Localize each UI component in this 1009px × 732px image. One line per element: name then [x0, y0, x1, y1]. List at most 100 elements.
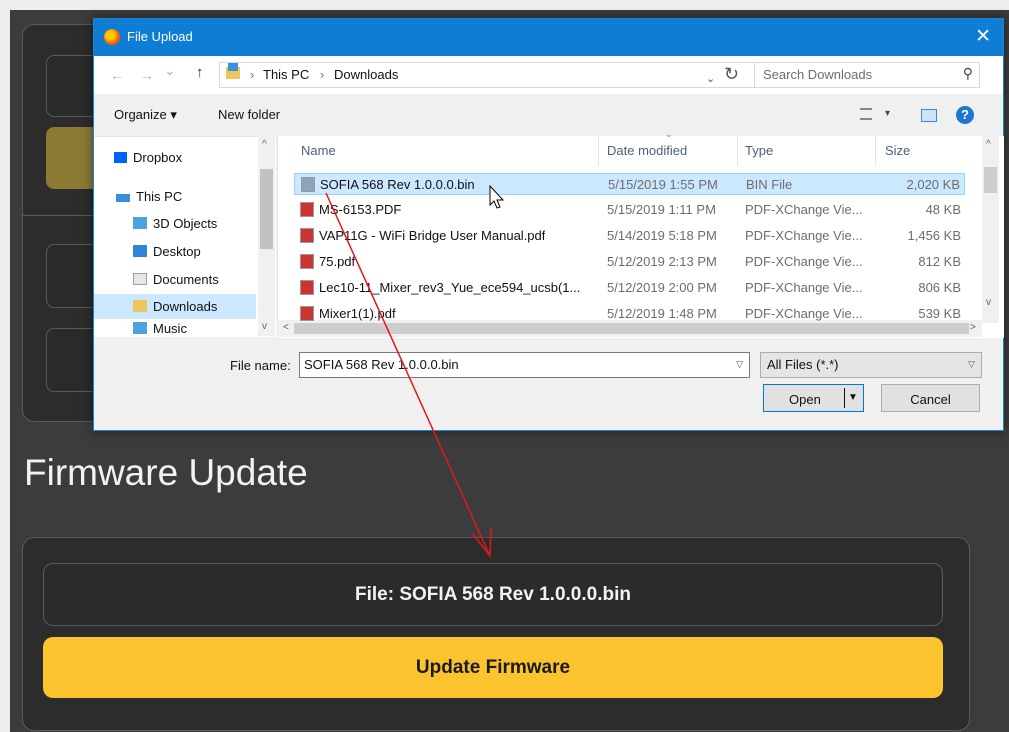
column-separator[interactable]	[737, 136, 738, 166]
file-type-cell: PDF-XChange Vie...	[745, 306, 863, 321]
scroll-up-icon[interactable]: ^	[986, 139, 991, 150]
address-bar[interactable]: › This PC › Downloads	[219, 62, 759, 88]
file-date-cell: 5/12/2019 1:48 PM	[607, 306, 717, 321]
background-divider	[22, 215, 102, 216]
file-name-cell: VAP11G - WiFi Bridge User Manual.pdf	[319, 228, 546, 243]
refresh-icon[interactable]: ↻	[724, 64, 739, 85]
file-name-dropdown-icon[interactable]: ▽	[736, 359, 743, 370]
file-name-cell: MS-6153.PDF	[319, 202, 402, 217]
scroll-left-icon[interactable]: <	[283, 322, 289, 333]
file-row[interactable]: 75.pdf 5/12/2019 2:13 PM PDF-XChange Vie..…	[294, 251, 965, 273]
breadcrumb-separator: ›	[320, 67, 325, 82]
file-type-cell: PDF-XChange Vie...	[745, 228, 863, 243]
file-date-cell: 5/15/2019 1:55 PM	[608, 177, 718, 192]
file-row[interactable]: VAP11G - WiFi Bridge User Manual.pdf 5/14…	[294, 225, 965, 247]
update-firmware-button[interactable]: Update Firmware	[43, 637, 943, 698]
cancel-button-label: Cancel	[910, 392, 951, 407]
column-separator[interactable]	[875, 136, 876, 166]
scroll-down-icon[interactable]: v	[262, 321, 267, 332]
breadcrumb-this-pc[interactable]: This PC	[263, 67, 309, 82]
file-name-label: File name:	[230, 358, 291, 373]
search-input[interactable]: Search Downloads ⚲	[754, 62, 980, 88]
breadcrumb-downloads[interactable]: Downloads	[334, 67, 398, 82]
address-dropdown-icon[interactable]: ⌄	[706, 72, 715, 85]
nav-item-downloads[interactable]: Downloads	[94, 294, 256, 319]
back-arrow-icon[interactable]: ←	[110, 67, 124, 83]
address-row: ← → ⌄ ↑ › This PC › Downloads ⌄ ↻ Search…	[94, 56, 1003, 94]
change-view-icon[interactable]	[860, 108, 872, 120]
view-dropdown-icon[interactable]: ▾	[885, 108, 890, 119]
help-icon[interactable]: ?	[956, 106, 974, 124]
file-list-vertical-scrollbar[interactable]	[982, 136, 999, 323]
file-row[interactable]: Lec10-11_Mixer_rev3_Yue_ece594_ucsb(1...…	[294, 277, 965, 299]
nav-item-this-pc[interactable]: This PC	[116, 189, 182, 204]
nav-item-label: Documents	[153, 272, 219, 287]
selected-file-label: File: SOFIA 568 Rev 1.0.0.0.bin	[355, 583, 631, 605]
file-size-cell: 48 KB	[925, 202, 961, 217]
search-placeholder: Search Downloads	[763, 67, 873, 82]
open-dropdown-icon[interactable]: ▼	[848, 392, 858, 403]
file-list-vertical-thumb[interactable]	[984, 167, 997, 193]
file-type-value: All Files (*.*)	[767, 357, 839, 372]
music-icon	[133, 322, 147, 334]
pdf-file-icon	[300, 306, 314, 321]
file-name-cell: Mixer1(1).pdf	[319, 306, 396, 321]
file-size-cell: 2,020 KB	[906, 177, 961, 192]
update-firmware-label: Update Firmware	[415, 656, 571, 678]
pdf-file-icon	[300, 202, 314, 217]
nav-item-documents[interactable]: Documents	[133, 272, 219, 287]
file-row[interactable]: MS-6153.PDF 5/15/2019 1:11 PM PDF-XChange …	[294, 199, 965, 221]
scroll-right-icon[interactable]: >	[970, 322, 976, 333]
nav-scrollbar-thumb[interactable]	[260, 169, 273, 249]
file-size-cell: 539 KB	[918, 306, 961, 321]
open-button[interactable]: Open ▼	[763, 384, 864, 412]
file-date-cell: 5/15/2019 1:11 PM	[607, 202, 716, 217]
column-header-size[interactable]: Size	[885, 143, 910, 158]
nav-item-dropbox[interactable]: Dropbox	[114, 150, 182, 165]
file-name-input[interactable]: SOFIA 568 Rev 1.0.0.0.bin ▽	[299, 352, 750, 378]
file-upload-dialog: File Upload ✕ ← → ⌄ ↑ › This PC › Downlo…	[93, 18, 1004, 431]
new-folder-button[interactable]: New folder	[218, 107, 280, 122]
file-row[interactable]: Mixer1(1).pdf 5/12/2019 1:48 PM PDF-XChang…	[294, 303, 965, 325]
downloads-icon	[133, 300, 147, 312]
nav-item-label: This PC	[136, 189, 183, 204]
file-row[interactable]: SOFIA 568 Rev 1.0.0.0.bin 5/15/2019 1:55 …	[294, 173, 965, 195]
scroll-down-icon[interactable]: v	[986, 297, 991, 308]
recent-locations-icon[interactable]: ⌄	[164, 62, 176, 79]
file-name-value: SOFIA 568 Rev 1.0.0.0.bin	[304, 357, 459, 372]
file-type-cell: BIN File	[746, 177, 793, 192]
column-header-type[interactable]: Type	[745, 143, 773, 158]
pdf-file-icon	[300, 280, 314, 295]
scroll-up-icon[interactable]: ^	[262, 139, 267, 150]
nav-item-3d-objects[interactable]: 3D Objects	[133, 216, 217, 231]
selected-file-display[interactable]: File: SOFIA 568 Rev 1.0.0.0.bin	[43, 563, 943, 626]
file-date-cell: 5/12/2019 2:00 PM	[607, 280, 717, 295]
organize-button[interactable]: Organize ▾	[114, 107, 177, 123]
pdf-file-icon	[300, 228, 314, 243]
nav-item-label: Downloads	[153, 299, 218, 314]
dialog-titlebar[interactable]: File Upload ✕	[94, 19, 1003, 56]
documents-icon	[133, 273, 147, 285]
nav-item-label: Desktop	[153, 244, 201, 259]
file-name-cell: SOFIA 568 Rev 1.0.0.0.bin	[320, 177, 475, 192]
file-type-select[interactable]: All Files (*.*) ▽	[760, 352, 982, 378]
file-type-cell: PDF-XChange Vie...	[745, 254, 863, 269]
nav-item-label: 3D Objects	[153, 216, 218, 231]
column-header-name[interactable]: Name	[301, 143, 336, 158]
open-button-label: Open	[789, 392, 821, 407]
nav-item-music[interactable]: Music	[133, 321, 258, 335]
file-name-cell: 75.pdf	[319, 254, 356, 269]
nav-item-desktop[interactable]: Desktop	[133, 244, 201, 259]
up-arrow-icon[interactable]: ↑	[196, 64, 204, 81]
column-separator[interactable]	[598, 136, 599, 166]
dropbox-icon	[114, 152, 127, 163]
firmware-update-heading: Firmware Update	[24, 452, 308, 493]
column-header-date[interactable]: Date modified	[607, 143, 687, 158]
forward-arrow-icon[interactable]: →	[140, 67, 154, 83]
file-size-cell: 1,456 KB	[907, 228, 962, 243]
close-icon[interactable]: ✕	[975, 25, 991, 48]
dialog-toolbar: Organize ▾ New folder ▾ ?	[94, 94, 1003, 136]
pdf-file-icon	[300, 254, 314, 269]
preview-pane-icon[interactable]	[921, 109, 937, 122]
cancel-button[interactable]: Cancel	[881, 384, 980, 412]
